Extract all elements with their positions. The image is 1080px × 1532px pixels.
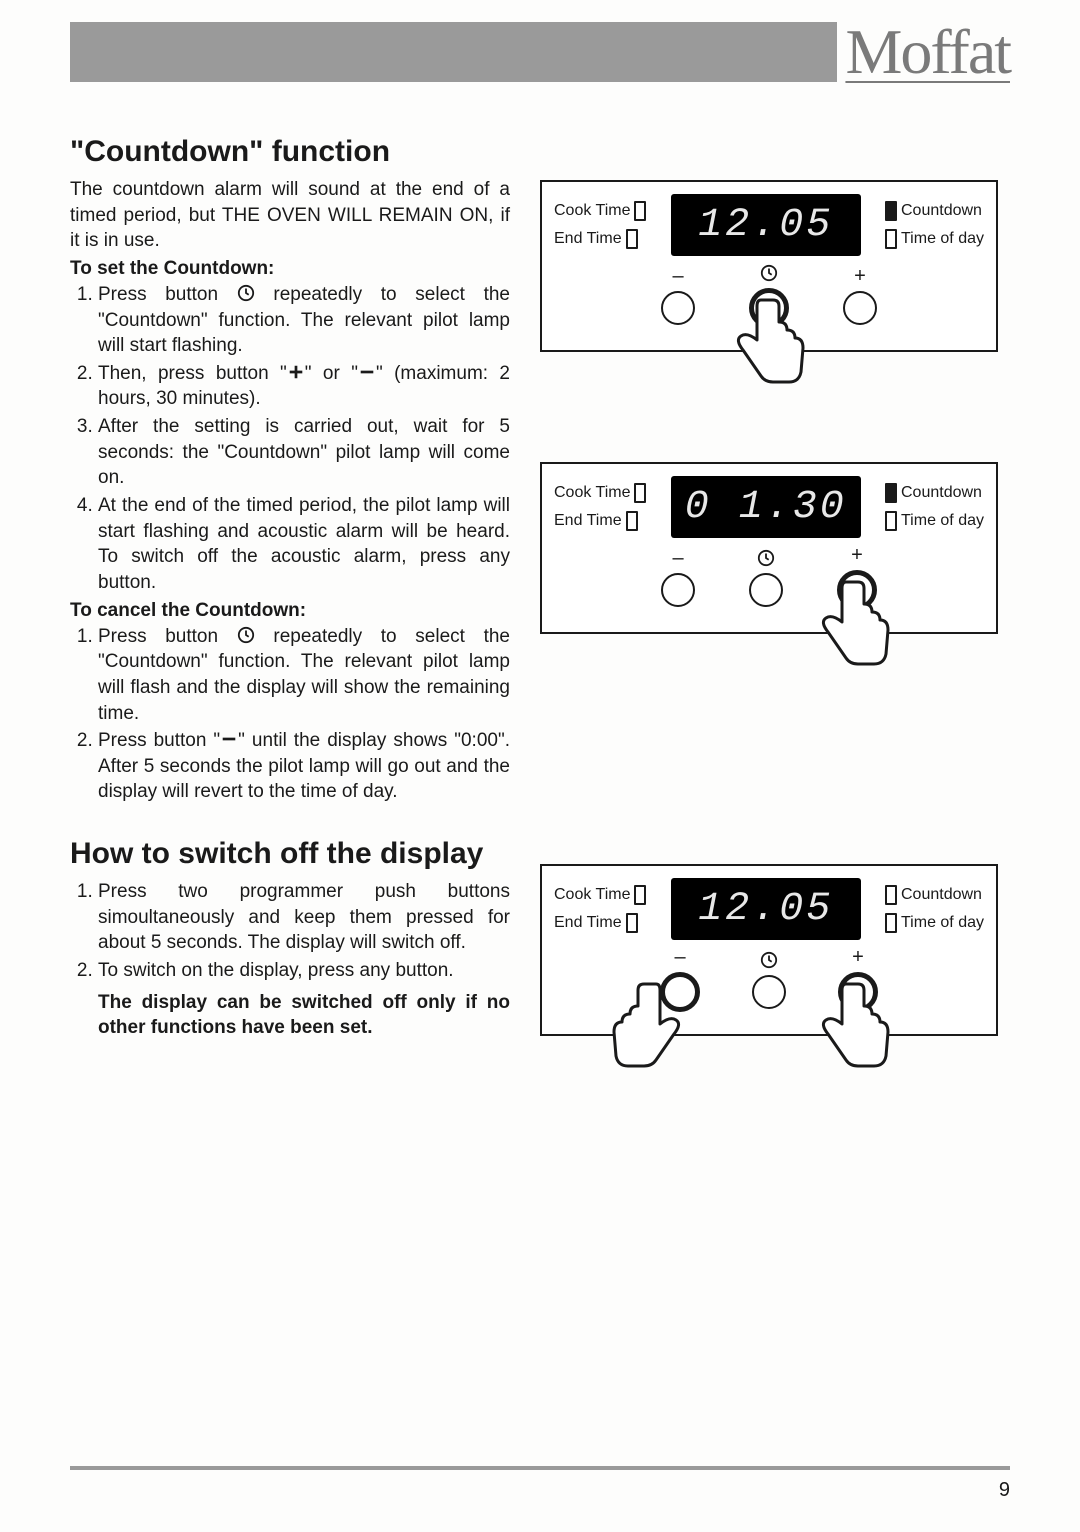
- end-time-lamp: [626, 229, 638, 249]
- lcd-display: 12.05: [671, 194, 861, 256]
- pressing-hand-left-icon: [602, 974, 690, 1069]
- plus-icon: [287, 363, 305, 381]
- cancel-countdown-heading: To cancel the Countdown:: [70, 600, 510, 622]
- plus-button[interactable]: [843, 291, 877, 325]
- minus-button[interactable]: [661, 573, 695, 607]
- countdown-label: Countdown: [901, 886, 982, 904]
- time-of-day-label: Time of day: [901, 230, 984, 248]
- right-labels: Countdown Time of day: [885, 201, 984, 249]
- pressing-hand-right-icon: [812, 974, 900, 1069]
- left-labels: Cook Time End Time: [554, 885, 646, 933]
- set-countdown-heading: To set the Countdown:: [70, 258, 510, 280]
- page-header: Moffat: [70, 22, 1010, 82]
- set-step-3: After the setting is carried out, wait f…: [98, 414, 510, 491]
- mode-button[interactable]: [749, 573, 783, 607]
- minus-symbol: –: [674, 946, 685, 968]
- end-time-label: End Time: [554, 230, 622, 248]
- cancel-countdown-steps: Press button repeatedly to select the "C…: [70, 624, 510, 805]
- plus-symbol: +: [854, 265, 866, 287]
- footer-rule: [70, 1466, 1010, 1470]
- plus-symbol: +: [852, 946, 864, 968]
- clock-symbol: [760, 262, 778, 284]
- lcd-time: 12.05: [698, 887, 833, 932]
- time-of-day-label: Time of day: [901, 914, 984, 932]
- programmer-panel-2: Cook Time End Time 0 1.30 Countdown Time…: [540, 462, 998, 634]
- plus-symbol: +: [851, 544, 863, 566]
- countdown-label: Countdown: [901, 202, 982, 220]
- countdown-lamp: [885, 483, 897, 503]
- clock-icon: [237, 284, 255, 302]
- lcd-time: 0 1.30: [685, 485, 847, 530]
- switch-off-note: The display can be switched off only if …: [98, 990, 510, 1041]
- time-of-day-label: Time of day: [901, 512, 984, 530]
- lcd-display: 12.05: [671, 878, 861, 940]
- clock-icon: [237, 626, 255, 644]
- end-time-label: End Time: [554, 512, 622, 530]
- cook-time-label: Cook Time: [554, 202, 630, 220]
- minus-icon: [358, 363, 376, 381]
- left-labels: Cook Time End Time: [554, 483, 646, 531]
- cook-time-label: Cook Time: [554, 484, 630, 502]
- set-step-1: Press button repeatedly to select the "C…: [98, 282, 510, 359]
- time-of-day-lamp: [885, 913, 897, 933]
- minus-icon: [220, 730, 238, 748]
- lcd-time: 12.05: [698, 203, 833, 248]
- section-title-switch-off: How to switch off the display: [70, 837, 510, 871]
- right-labels: Countdown Time of day: [885, 885, 984, 933]
- programmer-panel-1: Cook Time End Time 12.05 Countdown Time …: [540, 180, 998, 352]
- minus-button[interactable]: [661, 291, 695, 325]
- left-labels: Cook Time End Time: [554, 201, 646, 249]
- cook-time-label: Cook Time: [554, 886, 630, 904]
- time-of-day-lamp: [885, 229, 897, 249]
- cook-time-lamp: [634, 885, 646, 905]
- minus-symbol: –: [672, 547, 683, 569]
- pressing-hand-icon: [727, 290, 815, 385]
- set-step-2: Then, press button "" or "" (maximum: 2 …: [98, 361, 510, 412]
- text-column: "Countdown" function The countdown alarm…: [70, 135, 510, 1041]
- countdown-intro: The countdown alarm will sound at the en…: [70, 177, 510, 254]
- countdown-lamp: [885, 885, 897, 905]
- right-labels: Countdown Time of day: [885, 483, 984, 531]
- set-countdown-steps: Press button repeatedly to select the "C…: [70, 282, 510, 596]
- page-number: 9: [999, 1479, 1010, 1502]
- programmer-panel-3: Cook Time End Time 12.05 Countdown Time …: [540, 864, 998, 1036]
- lcd-display: 0 1.30: [671, 476, 861, 538]
- switch-off-step-2: To switch on the display, press any butt…: [98, 958, 510, 984]
- set-step-4: At the end of the timed period, the pilo…: [98, 493, 510, 596]
- cook-time-lamp: [634, 483, 646, 503]
- cook-time-lamp: [634, 201, 646, 221]
- end-time-label: End Time: [554, 914, 622, 932]
- header-gray-bar: [70, 22, 837, 82]
- diagram-column: Cook Time End Time 12.05 Countdown Time …: [540, 180, 1000, 1146]
- pressing-hand-icon: [812, 572, 900, 667]
- countdown-label: Countdown: [901, 484, 982, 502]
- end-time-lamp: [626, 913, 638, 933]
- clock-symbol: [760, 949, 778, 971]
- end-time-lamp: [626, 511, 638, 531]
- brand-logo: Moffat: [845, 15, 1010, 89]
- clock-symbol: [757, 547, 775, 569]
- switch-off-step-1: Press two programmer push buttons simoul…: [98, 879, 510, 956]
- mode-button[interactable]: [752, 975, 786, 1009]
- time-of-day-lamp: [885, 511, 897, 531]
- switch-off-steps: Press two programmer push buttons simoul…: [70, 879, 510, 984]
- minus-symbol: –: [672, 265, 683, 287]
- cancel-step-2: Press button "" until the display shows …: [98, 728, 510, 805]
- cancel-step-1: Press button repeatedly to select the "C…: [98, 624, 510, 727]
- section-title-countdown: "Countdown" function: [70, 135, 510, 169]
- countdown-lamp: [885, 201, 897, 221]
